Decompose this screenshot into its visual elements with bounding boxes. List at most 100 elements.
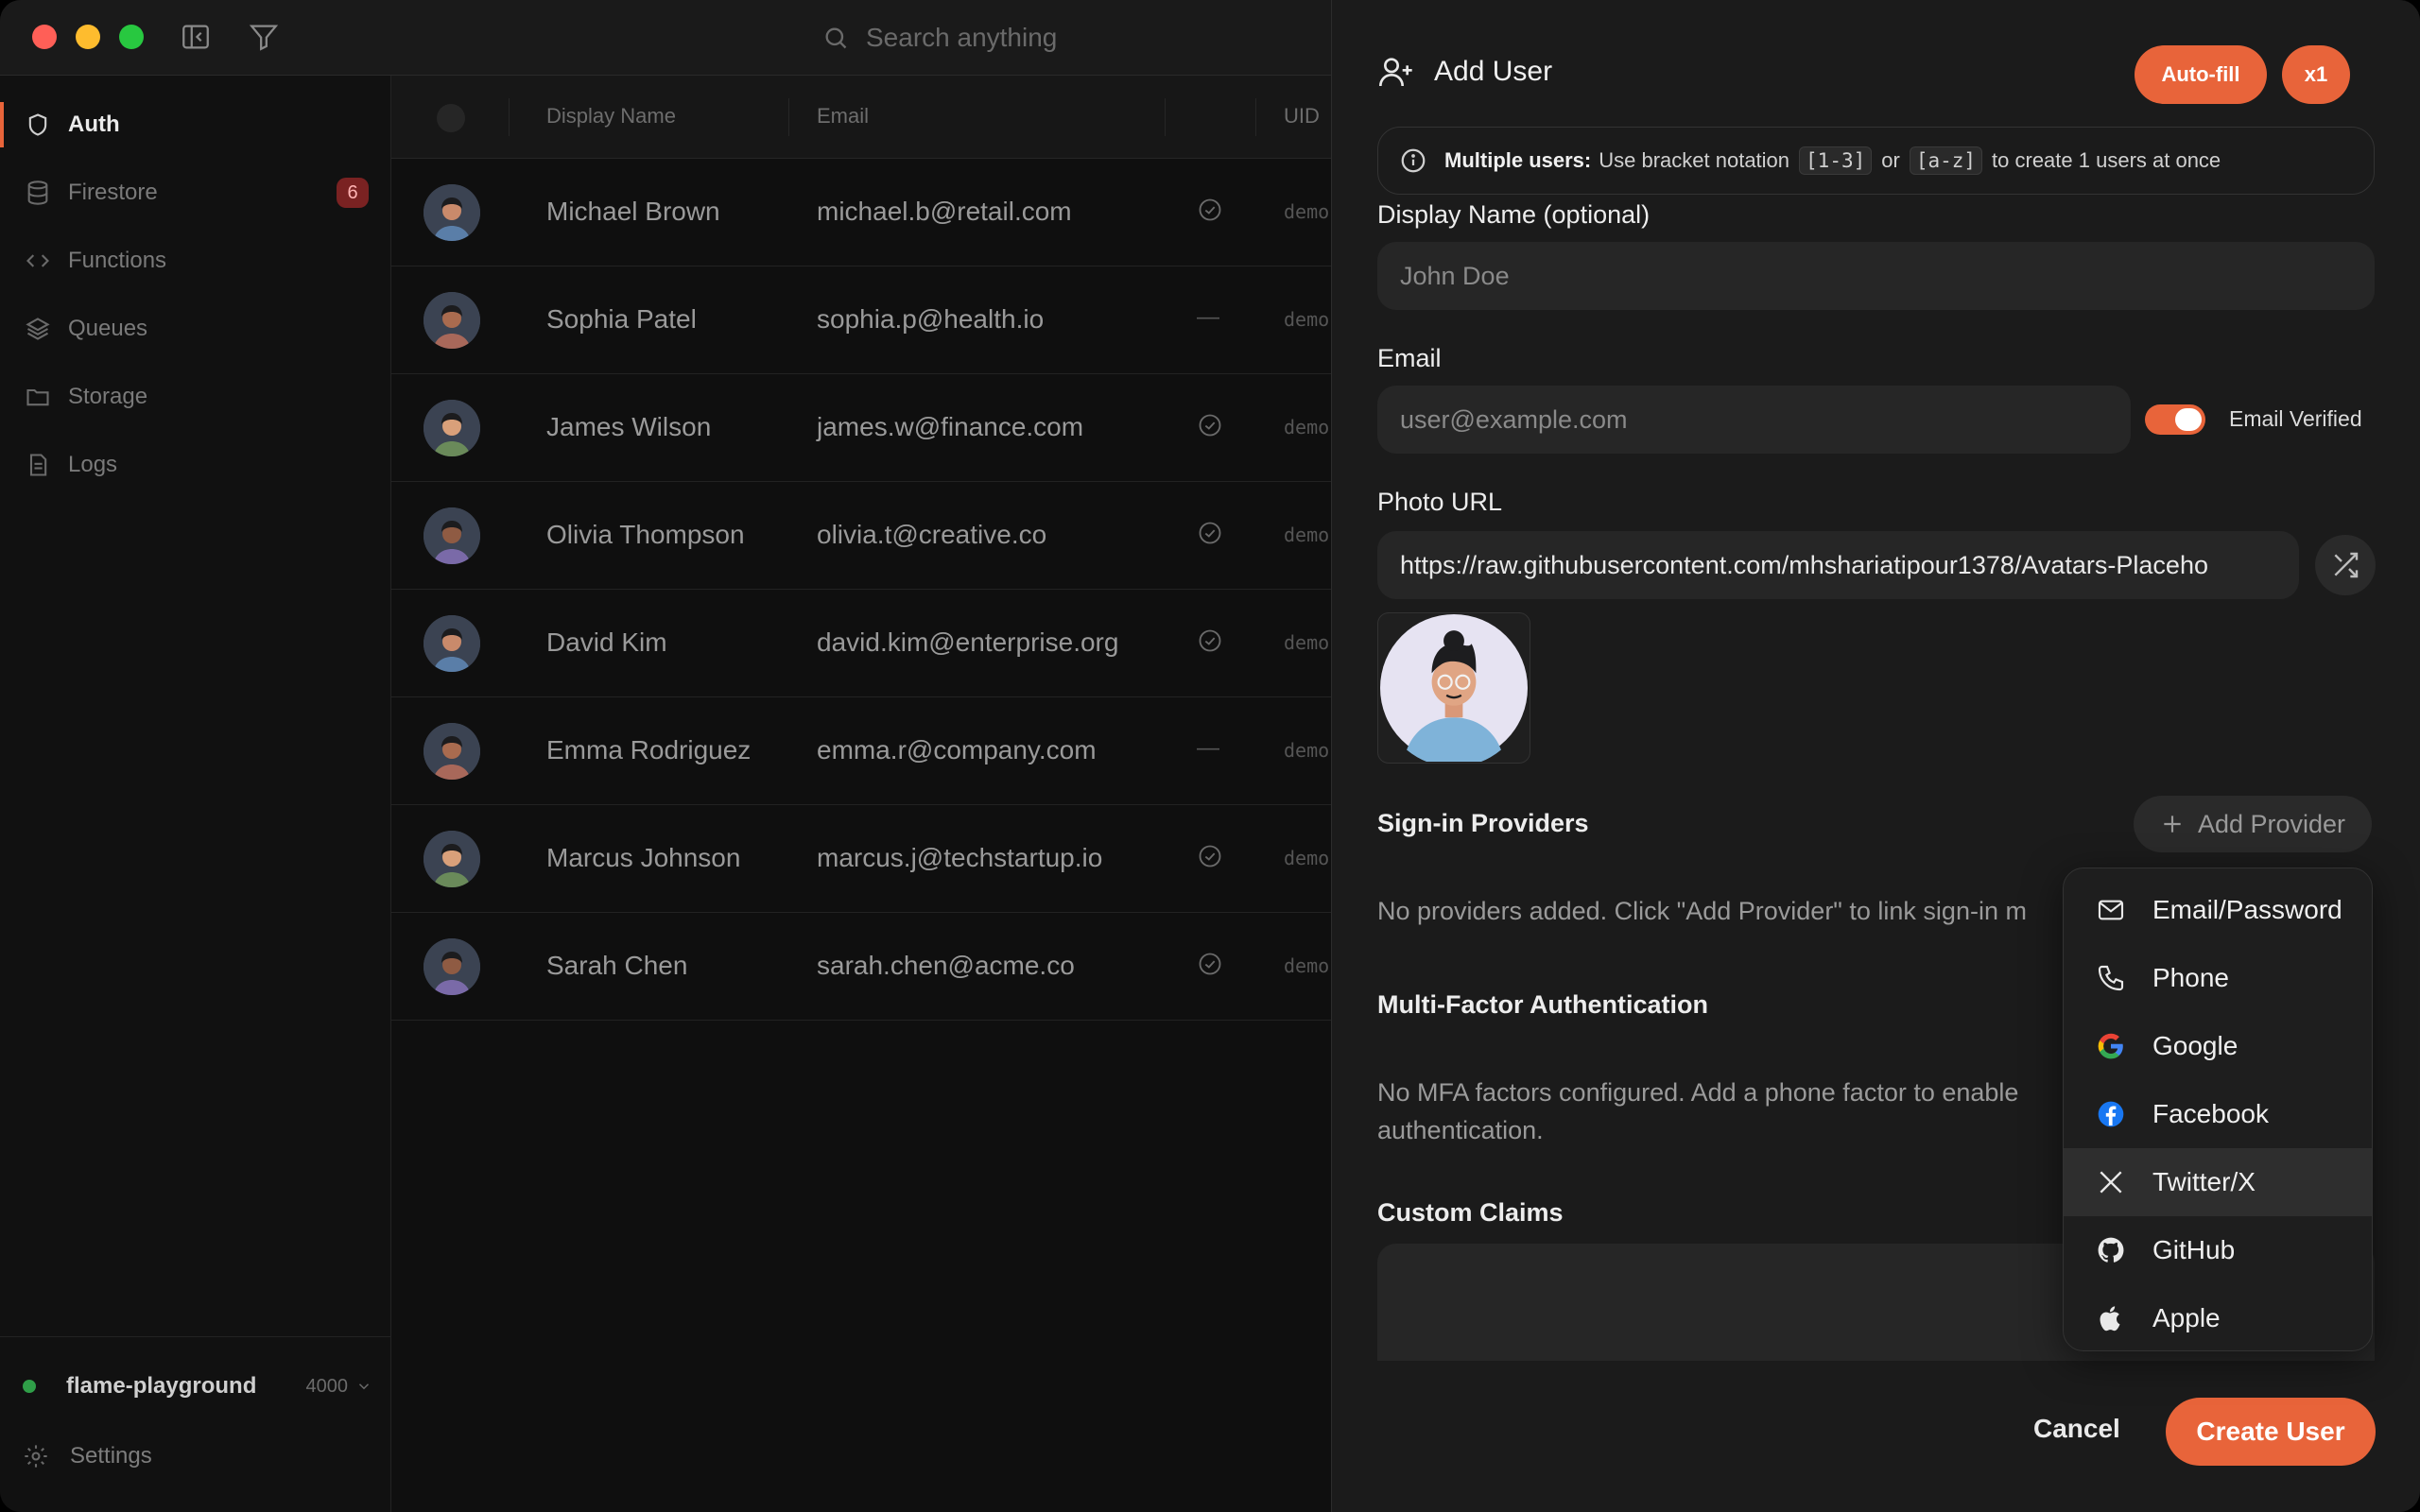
mfa-label: Multi-Factor Authentication bbox=[1377, 990, 1708, 1019]
sidebar-item-storage[interactable]: Storage bbox=[0, 367, 391, 427]
menu-item-apple[interactable]: Apple bbox=[2064, 1284, 2372, 1350]
email-field[interactable]: user@example.com bbox=[1377, 386, 2131, 454]
sidebar-item-label: Queues bbox=[68, 316, 148, 341]
search-input[interactable]: Search anything bbox=[822, 15, 1314, 60]
apple-icon bbox=[2100, 1306, 2120, 1332]
user-email: olivia.t@creative.co bbox=[817, 520, 1047, 549]
display-name-field[interactable]: John Doe bbox=[1377, 242, 2375, 310]
table-row[interactable]: Marcus Johnson marcus.j@techstartup.io dem… bbox=[391, 805, 1331, 913]
menu-item-facebook[interactable]: Facebook bbox=[2064, 1080, 2372, 1148]
info-code: [a-z] bbox=[1909, 146, 1983, 175]
mail-icon bbox=[2098, 900, 2124, 920]
user-uid: demo bbox=[1284, 200, 1330, 223]
menu-item-twitter-x[interactable]: Twitter/X bbox=[2064, 1148, 2372, 1216]
project-selector[interactable]: flame-playground 4000 bbox=[23, 1367, 372, 1405]
table-row[interactable]: James Wilson james.w@finance.com demo bbox=[391, 374, 1331, 482]
sidebar-item-auth[interactable]: Auth bbox=[0, 94, 391, 155]
zoom-window-button[interactable] bbox=[119, 25, 144, 49]
display-name-label: Display Name (optional) bbox=[1377, 200, 1651, 229]
shuffle-icon bbox=[2334, 552, 2359, 578]
autofill-button[interactable]: Auto-fill bbox=[2135, 45, 2267, 104]
info-text: to create 1 users at once bbox=[1992, 148, 2221, 172]
column-header-display-name[interactable]: Display Name bbox=[546, 104, 676, 129]
menu-item-label: Twitter/X bbox=[2152, 1167, 2256, 1196]
user-email: james.w@finance.com bbox=[817, 412, 1084, 441]
display-name-placeholder: John Doe bbox=[1400, 261, 1510, 290]
user-uid: demo bbox=[1284, 308, 1330, 331]
settings-label: Settings bbox=[70, 1443, 152, 1469]
photo-url-field[interactable]: https://raw.githubusercontent.com/mhshar… bbox=[1377, 531, 2299, 599]
user-uid: demo bbox=[1284, 631, 1330, 654]
verified-check-icon bbox=[1197, 197, 1223, 223]
table-row[interactable]: Michael Brown michael.b@retail.com demo bbox=[391, 159, 1331, 266]
info-code: [1-3] bbox=[1799, 146, 1873, 175]
count-badge: 6 bbox=[337, 178, 369, 208]
user-count-button[interactable]: x1 bbox=[2282, 45, 2350, 104]
search-icon bbox=[825, 27, 847, 49]
email-verified-toggle[interactable] bbox=[2145, 404, 2205, 435]
avatar bbox=[424, 615, 480, 672]
user-display-name: Sophia Patel bbox=[546, 304, 697, 334]
table-row[interactable]: Emma Rodriguez emma.r@company.com — demo bbox=[391, 697, 1331, 805]
sidebar-item-queues[interactable]: Queues bbox=[0, 299, 391, 359]
table-row[interactable]: David Kim david.kim@enterprise.org demo bbox=[391, 590, 1331, 697]
users-table: Display Name Email UID Michael Brown mich… bbox=[391, 76, 1331, 1512]
verified-check-icon bbox=[1197, 843, 1223, 869]
verified-check-icon bbox=[1197, 520, 1223, 546]
unverified-mark: — bbox=[1197, 735, 1219, 761]
menu-item-phone[interactable]: Phone bbox=[2064, 944, 2372, 1012]
user-email: sophia.p@health.io bbox=[817, 304, 1045, 334]
sidebar-item-label: Storage bbox=[68, 384, 148, 409]
info-bold-text: Multiple users: bbox=[1444, 148, 1592, 172]
avatar bbox=[424, 292, 480, 349]
panel-title: Add User bbox=[1377, 53, 1552, 91]
chevron-down-icon bbox=[358, 1383, 370, 1390]
menu-item-google[interactable]: Google bbox=[2064, 1012, 2372, 1080]
menu-item-email-password[interactable]: Email/Password bbox=[2064, 876, 2372, 944]
sidebar-item-settings[interactable]: Settings bbox=[23, 1443, 152, 1469]
email-verified-label: Email Verified bbox=[2229, 406, 2362, 431]
add-provider-button[interactable]: Add Provider bbox=[2134, 796, 2372, 852]
filter-icon[interactable] bbox=[248, 21, 280, 53]
photo-url-label: Photo URL bbox=[1377, 488, 1503, 516]
sidebar-item-label: Auth bbox=[68, 112, 120, 137]
sidebar-item-logs[interactable]: Logs bbox=[0, 435, 391, 495]
verified-check-icon bbox=[1197, 951, 1223, 977]
table-row[interactable]: Olivia Thompson olivia.t@creative.co demo bbox=[391, 482, 1331, 590]
title-bar: Search anything bbox=[0, 0, 1331, 76]
user-display-name: James Wilson bbox=[546, 412, 712, 441]
user-uid: demo bbox=[1284, 524, 1330, 546]
select-all-checkbox[interactable] bbox=[437, 104, 465, 132]
table-row[interactable]: Sarah Chen sarah.chen@acme.co demo bbox=[391, 913, 1331, 1021]
menu-item-label: Google bbox=[2152, 1031, 2238, 1060]
user-uid: demo bbox=[1284, 739, 1330, 762]
cancel-button[interactable]: Cancel bbox=[2033, 1414, 2120, 1444]
sidebar-item-functions[interactable]: Functions bbox=[0, 231, 391, 291]
minimize-window-button[interactable] bbox=[76, 25, 100, 49]
table-row[interactable]: Sophia Patel sophia.p@health.io — demo bbox=[391, 266, 1331, 374]
info-text: or bbox=[1881, 148, 1900, 172]
code-icon bbox=[26, 254, 49, 267]
sidebar-item-firestore[interactable]: Firestore 6 bbox=[0, 163, 391, 223]
user-email: sarah.chen@acme.co bbox=[817, 951, 1075, 980]
shuffle-photo-button[interactable] bbox=[2315, 535, 2376, 595]
avatar bbox=[424, 184, 480, 241]
close-window-button[interactable] bbox=[32, 25, 57, 49]
user-display-name: Emma Rodriguez bbox=[546, 735, 752, 765]
google-icon bbox=[2098, 1033, 2123, 1059]
shield-icon bbox=[28, 113, 47, 136]
port-value: 4000 bbox=[305, 1375, 349, 1397]
sidebar-footer: flame-playground 4000 Settings bbox=[0, 1336, 391, 1469]
user-uid: demo bbox=[1284, 416, 1330, 438]
column-header-uid[interactable]: UID bbox=[1284, 104, 1320, 129]
project-name: flame-playground bbox=[66, 1373, 257, 1399]
github-icon bbox=[2098, 1237, 2124, 1263]
create-user-button[interactable]: Create User bbox=[2166, 1398, 2376, 1466]
avatar bbox=[424, 400, 480, 456]
menu-item-github[interactable]: GitHub bbox=[2064, 1216, 2372, 1284]
sidebar-toggle-icon[interactable] bbox=[180, 21, 212, 53]
user-email: michael.b@retail.com bbox=[817, 197, 1072, 226]
project-port: 4000 bbox=[306, 1376, 373, 1398]
sidebar: Auth Firestore 6 Functions Queues Storag… bbox=[0, 76, 391, 1512]
column-header-email[interactable]: Email bbox=[817, 104, 869, 129]
